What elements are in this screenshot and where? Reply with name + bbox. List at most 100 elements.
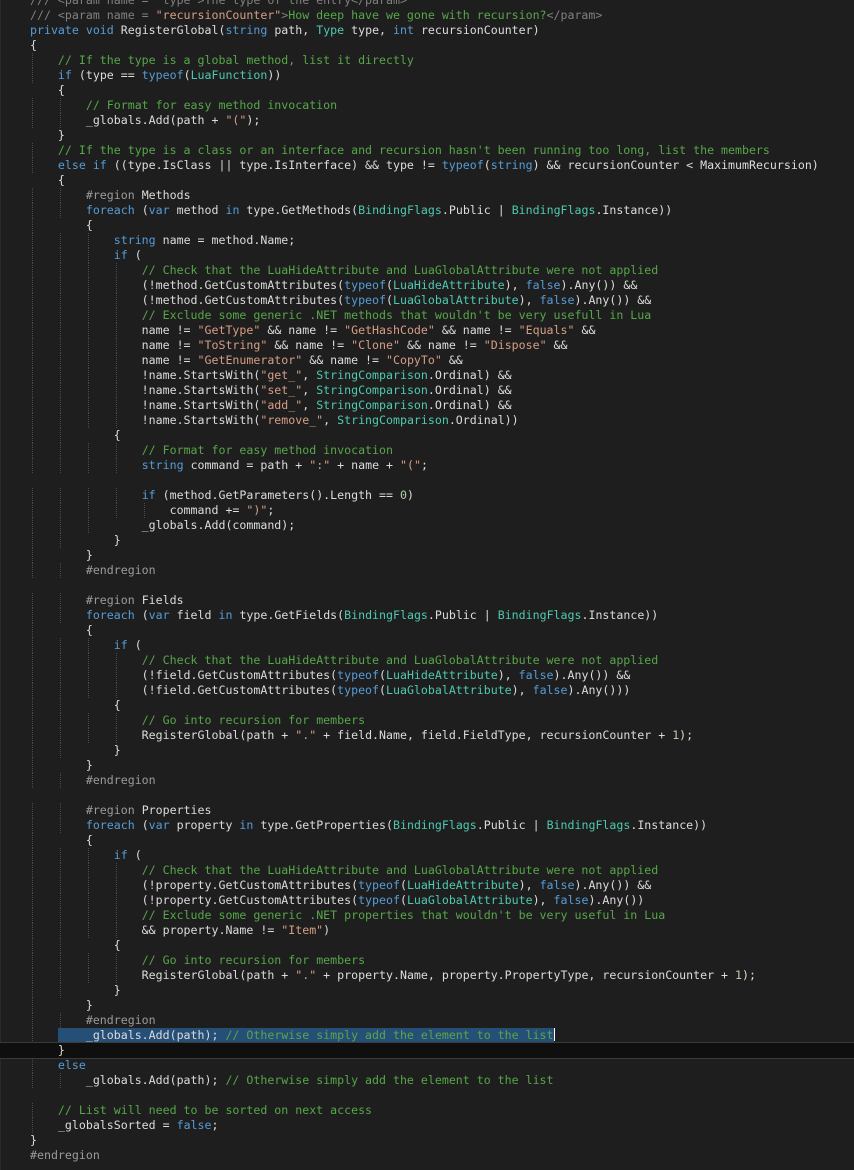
code-line[interactable]: !name.StartsWith("get_", StringCompariso…: [0, 368, 854, 383]
code-line[interactable]: // Exclude some generic .NET methods tha…: [0, 308, 854, 323]
code-line[interactable]: #endregion: [0, 773, 854, 788]
code-line[interactable]: {: [0, 83, 854, 98]
code-line[interactable]: !name.StartsWith("add_", StringCompariso…: [0, 398, 854, 413]
code-lines[interactable]: /// <param name = "type">The type of the…: [0, 0, 854, 1163]
code-line[interactable]: {: [0, 38, 854, 53]
code-line[interactable]: foreach (var field in type.GetFields(Bin…: [0, 608, 854, 623]
code-line[interactable]: (!method.GetCustomAttributes(typeof(LuaH…: [0, 278, 854, 293]
code-token: {: [30, 218, 93, 232]
code-line[interactable]: #endregion: [0, 1148, 854, 1163]
type-token: LuaFunction: [190, 68, 268, 82]
code-line[interactable]: [0, 788, 854, 803]
code-line[interactable]: if (: [0, 638, 854, 653]
code-line[interactable]: }: [0, 998, 854, 1013]
code-line[interactable]: foreach (var property in type.GetPropert…: [0, 818, 854, 833]
code-line[interactable]: // Format for easy method invocation: [0, 98, 854, 113]
code-line[interactable]: #region Properties: [0, 803, 854, 818]
code-line[interactable]: && property.Name != "Item"): [0, 923, 854, 938]
code-line[interactable]: (!method.GetCustomAttributes(typeof(LuaG…: [0, 293, 854, 308]
code-line[interactable]: }: [0, 983, 854, 998]
code-line[interactable]: // Go into recursion for members: [0, 713, 854, 728]
code-line[interactable]: [0, 578, 854, 593]
code-line[interactable]: {: [0, 833, 854, 848]
code-line[interactable]: _globals.Add(command);: [0, 518, 854, 533]
code-line[interactable]: {: [0, 173, 854, 188]
code-token: command +=: [30, 503, 247, 517]
code-line[interactable]: name != "ToString" && name != "Clone" &&…: [0, 338, 854, 353]
code-line[interactable]: else if ((type.IsClass || type.IsInterfa…: [0, 158, 854, 173]
code-line[interactable]: string name = method.Name;: [0, 233, 854, 248]
code-line[interactable]: (!field.GetCustomAttributes(typeof(LuaGl…: [0, 683, 854, 698]
code-line[interactable]: {: [0, 698, 854, 713]
code-line[interactable]: // Check that the LuaHideAttribute and L…: [0, 863, 854, 878]
code-token: && property.Name !=: [30, 923, 282, 937]
keyword-token: typeof: [337, 668, 380, 682]
code-line[interactable]: #endregion: [0, 563, 854, 578]
code-line[interactable]: // Exclude some generic .NET properties …: [0, 908, 854, 923]
code-line[interactable]: // Check that the LuaHideAttribute and L…: [0, 263, 854, 278]
code-line[interactable]: else: [0, 1058, 854, 1073]
code-line[interactable]: {: [0, 938, 854, 953]
code-line[interactable]: {: [0, 623, 854, 638]
code-line[interactable]: if (: [0, 248, 854, 263]
code-line[interactable]: RegisterGlobal(path + "." + field.Name, …: [0, 728, 854, 743]
code-line[interactable]: }: [0, 533, 854, 548]
code-line[interactable]: (!property.GetCustomAttributes(typeof(Lu…: [0, 893, 854, 908]
code-line[interactable]: RegisterGlobal(path + "." + property.Nam…: [0, 968, 854, 983]
code-line[interactable]: }: [0, 1133, 854, 1148]
code-line[interactable]: // Go into recursion for members: [0, 953, 854, 968]
code-line[interactable]: if (method.GetParameters().Length == 0): [0, 488, 854, 503]
code-line[interactable]: (!field.GetCustomAttributes(typeof(LuaHi…: [0, 668, 854, 683]
keyword-token: private: [30, 23, 86, 37]
code-line[interactable]: _globals.Add(path + "(");: [0, 113, 854, 128]
code-line[interactable]: // List will need to be sorted on next a…: [0, 1103, 854, 1118]
code-line[interactable]: }: [0, 758, 854, 773]
code-token: (: [134, 848, 142, 862]
code-line[interactable]: }: [0, 128, 854, 143]
code-token: && name !=: [260, 323, 345, 337]
code-line[interactable]: !name.StartsWith("set_", StringCompariso…: [0, 383, 854, 398]
code-line[interactable]: /// <param name = "recursionCounter">How…: [0, 8, 854, 23]
code-line[interactable]: command += ")";: [0, 503, 854, 518]
code-line[interactable]: private void RegisterGlobal(string path,…: [0, 23, 854, 38]
code-line[interactable]: [0, 1088, 854, 1103]
code-line[interactable]: if (: [0, 848, 854, 863]
code-line[interactable]: foreach (var method in type.GetMethods(B…: [0, 203, 854, 218]
code-line[interactable]: _globals.Add(path); // Otherwise simply …: [0, 1028, 854, 1043]
indent-guide: [116, 953, 117, 968]
indent-guide: [116, 893, 117, 908]
code-line[interactable]: name != "GetType" && name != "GetHashCod…: [0, 323, 854, 338]
code-line[interactable]: }: [0, 548, 854, 563]
code-line[interactable]: _globals.Add(path); // Otherwise simply …: [0, 1073, 854, 1088]
code-editor[interactable]: /// <param name = "type">The type of the…: [0, 0, 854, 1170]
indent-guide: [32, 878, 33, 893]
code-token: type.GetMethods(: [246, 203, 359, 217]
code-line[interactable]: #endregion: [0, 1013, 854, 1028]
code-line[interactable]: // If the type is a global method, list …: [0, 53, 854, 68]
code-line[interactable]: (!property.GetCustomAttributes(typeof(Lu…: [0, 878, 854, 893]
code-line[interactable]: if (type == typeof(LuaFunction)): [0, 68, 854, 83]
code-token: {: [30, 833, 93, 847]
code-line[interactable]: // If the type is a class or an interfac…: [0, 143, 854, 158]
code-line[interactable]: }: [0, 1042, 854, 1059]
code-line[interactable]: #region Methods: [0, 188, 854, 203]
code-line[interactable]: // Format for easy method invocation: [0, 443, 854, 458]
code-line[interactable]: !name.StartsWith("remove_", StringCompar…: [0, 413, 854, 428]
code-line[interactable]: /// <param name = "type">The type of the…: [0, 0, 854, 8]
type-token: StringComparison: [316, 398, 428, 412]
code-line[interactable]: {: [0, 218, 854, 233]
code-line[interactable]: // Check that the LuaHideAttribute and L…: [0, 653, 854, 668]
code-line[interactable]: [0, 473, 854, 488]
code-line[interactable]: string command = path + ":" + name + "("…: [0, 458, 854, 473]
code-line[interactable]: name != "GetEnumerator" && name != "Copy…: [0, 353, 854, 368]
code-line[interactable]: {: [0, 428, 854, 443]
code-line[interactable]: _globalsSorted = false;: [0, 1118, 854, 1133]
code-token: ).Any()) &&: [560, 278, 638, 292]
code-line[interactable]: }: [0, 743, 854, 758]
code-line[interactable]: #region Fields: [0, 593, 854, 608]
